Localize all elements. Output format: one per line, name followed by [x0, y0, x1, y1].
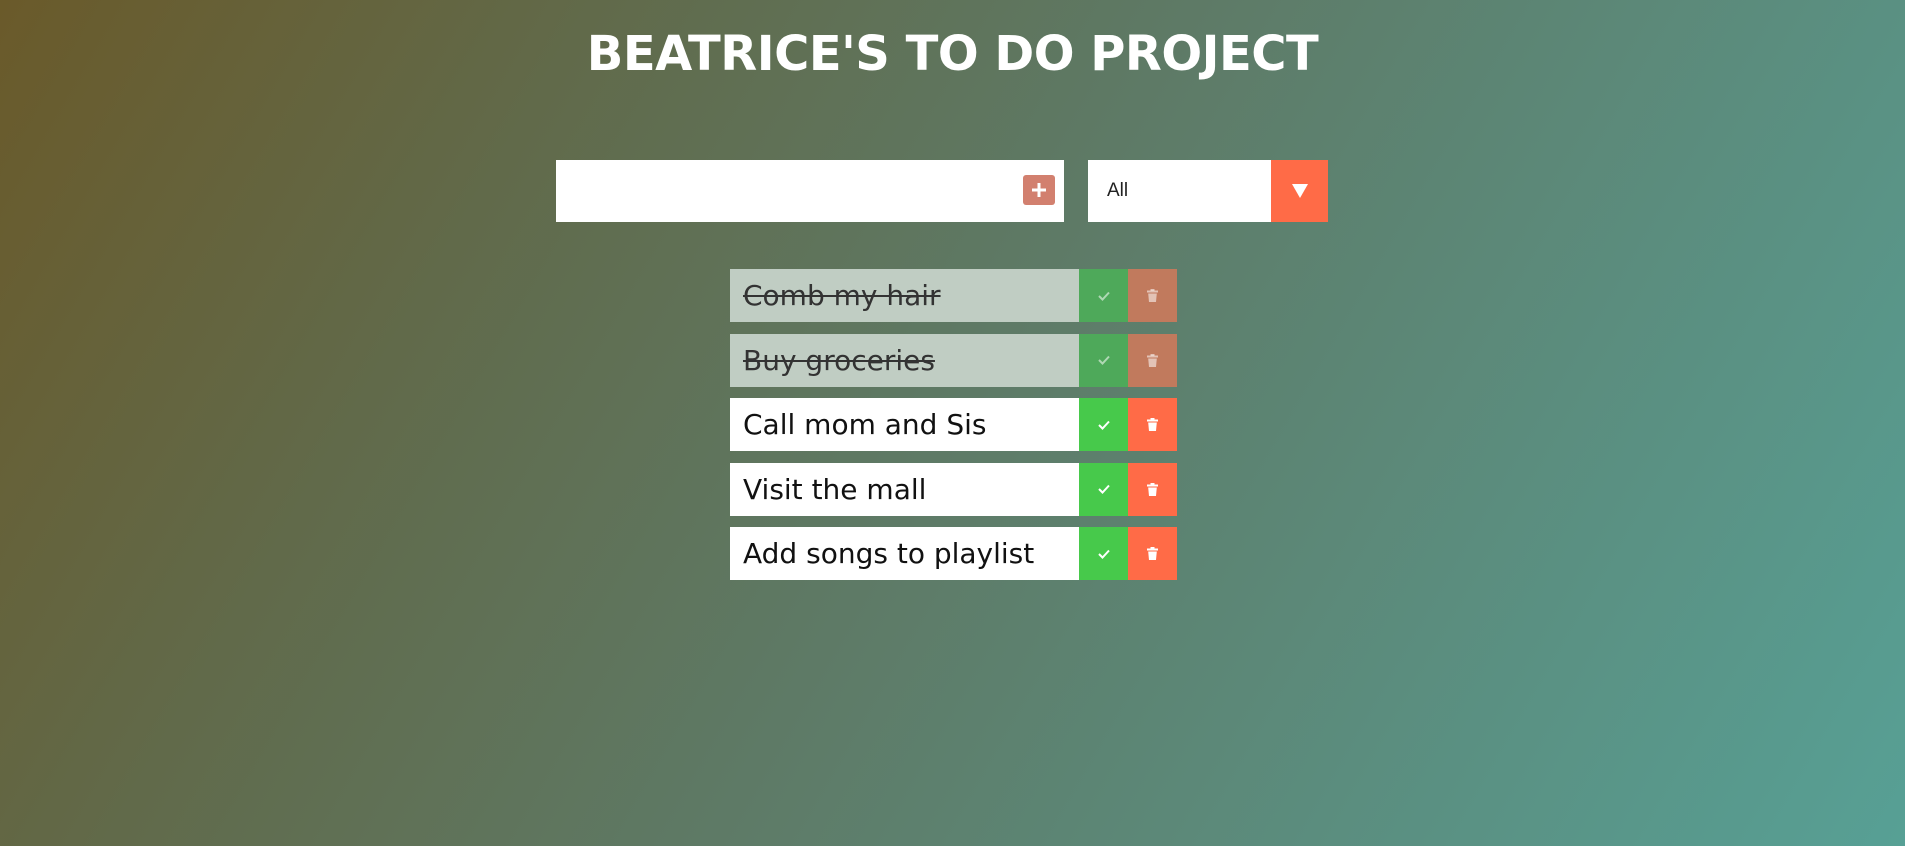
complete-button[interactable] [1079, 269, 1128, 322]
trash-icon [1147, 547, 1158, 560]
delete-button[interactable] [1128, 333, 1177, 387]
check-icon [1097, 484, 1110, 494]
complete-button[interactable] [1079, 333, 1128, 387]
todo-item: Comb my hair [730, 269, 1177, 322]
page-title: BEATRICE'S TO DO PROJECT [586, 26, 1319, 82]
check-icon [1097, 420, 1110, 430]
todo-item: Call mom and Sis [730, 398, 1177, 451]
todo-form [556, 160, 1064, 222]
todo-input[interactable] [556, 160, 1006, 222]
check-icon [1097, 355, 1110, 365]
trash-icon [1147, 482, 1158, 496]
complete-button[interactable] [1079, 398, 1128, 451]
plus-icon [1032, 183, 1046, 197]
complete-button[interactable] [1079, 527, 1128, 580]
trash-icon [1147, 418, 1158, 431]
filter-dropdown-button[interactable] [1271, 160, 1328, 222]
todo-text: Visit the mall [730, 462, 1079, 516]
trash-icon [1147, 289, 1158, 302]
delete-button[interactable] [1128, 269, 1177, 322]
todo-item: Buy groceries [730, 333, 1177, 387]
todo-text: Add songs to playlist [730, 527, 1079, 580]
todo-text: Comb my hair [730, 269, 1079, 322]
todo-list: Comb my hair Buy groceries Call mom and … [730, 269, 1177, 592]
todo-text: Buy groceries [730, 333, 1079, 387]
todo-item: Add songs to playlist [730, 527, 1177, 580]
chevron-down-icon [1291, 184, 1308, 198]
filter-selected-value: All [1107, 180, 1129, 201]
check-icon [1097, 291, 1110, 301]
delete-button[interactable] [1128, 462, 1177, 516]
delete-button[interactable] [1128, 527, 1177, 580]
trash-icon [1147, 353, 1158, 367]
check-icon [1097, 549, 1110, 559]
add-todo-button[interactable] [1023, 175, 1055, 205]
filter-select[interactable]: All [1088, 160, 1328, 222]
todo-text: Call mom and Sis [730, 398, 1079, 451]
todo-item: Visit the mall [730, 462, 1177, 516]
complete-button[interactable] [1079, 462, 1128, 516]
delete-button[interactable] [1128, 398, 1177, 451]
